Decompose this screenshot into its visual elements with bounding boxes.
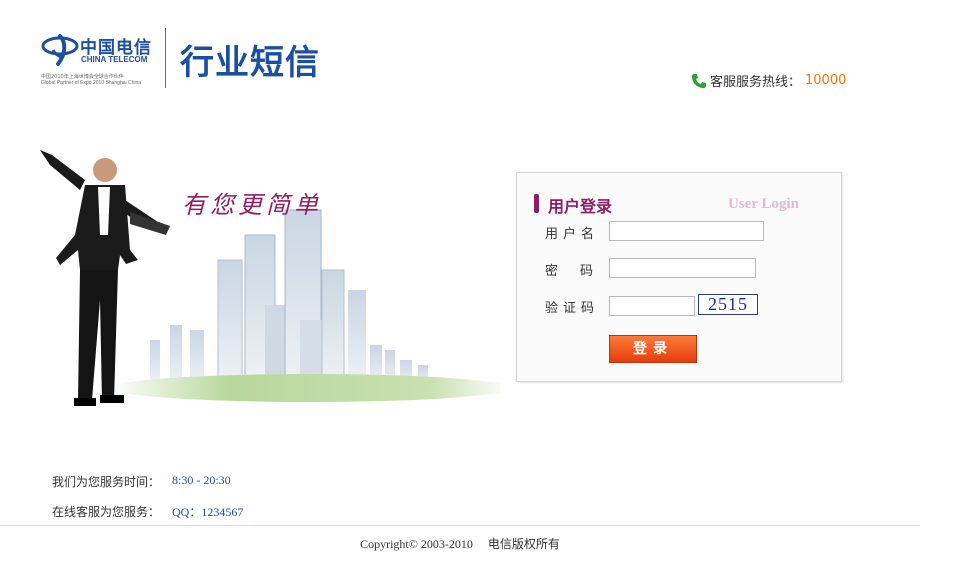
captcha-input[interactable] <box>609 296 695 316</box>
password-label: 密码 <box>545 264 616 279</box>
password-input[interactable] <box>609 258 756 278</box>
username-input[interactable] <box>609 221 764 241</box>
login-title: 用户登录 <box>548 197 613 216</box>
service-hours-label: 我们为您服务时间： <box>52 475 161 489</box>
phone-icon <box>692 73 706 88</box>
online-service-label: 在线客服为您服务： <box>52 505 161 519</box>
login-title-en: User Login <box>728 196 799 212</box>
grass-strip <box>110 374 500 402</box>
footer-divider <box>0 525 920 526</box>
hotline-number: 10000 <box>805 73 847 88</box>
slogan: 有您更简单 <box>182 191 322 219</box>
username-label: 用户名 <box>545 227 600 242</box>
captcha-image[interactable]: 2515 <box>698 294 758 315</box>
header-divider <box>165 28 166 88</box>
login-title-marker <box>534 194 539 213</box>
hero-illustration <box>40 150 500 406</box>
copyright-owner: 电信版权所有 <box>487 537 560 551</box>
product-title: 行业短信 <box>180 43 320 83</box>
captcha-label: 验证码 <box>545 301 600 316</box>
hotline: 客服服务热线： 10000 <box>691 71 846 90</box>
footer: Copyright© 2003-2010 电信版权所有 <box>0 535 920 552</box>
login-button[interactable]: 登录 <box>609 335 697 363</box>
logo-subtitle-cn: 中国2010年上海世博会全球合作伙伴 <box>41 74 124 80</box>
copyright-text: Copyright© 2003-2010 <box>360 537 473 551</box>
logo-subtitle-en: Global Partner of Expo 2010 Shanghai Chi… <box>41 80 142 86</box>
china-telecom-logo-icon <box>41 34 79 66</box>
online-service-value[interactable]: QQ：1234567 <box>172 503 243 520</box>
hotline-label: 客服服务热线： <box>710 75 802 90</box>
logo-text-en: CHINA TELECOM <box>81 55 148 64</box>
service-hours-value: 8:30 - 20:30 <box>172 473 231 487</box>
city-skyline <box>150 209 428 386</box>
